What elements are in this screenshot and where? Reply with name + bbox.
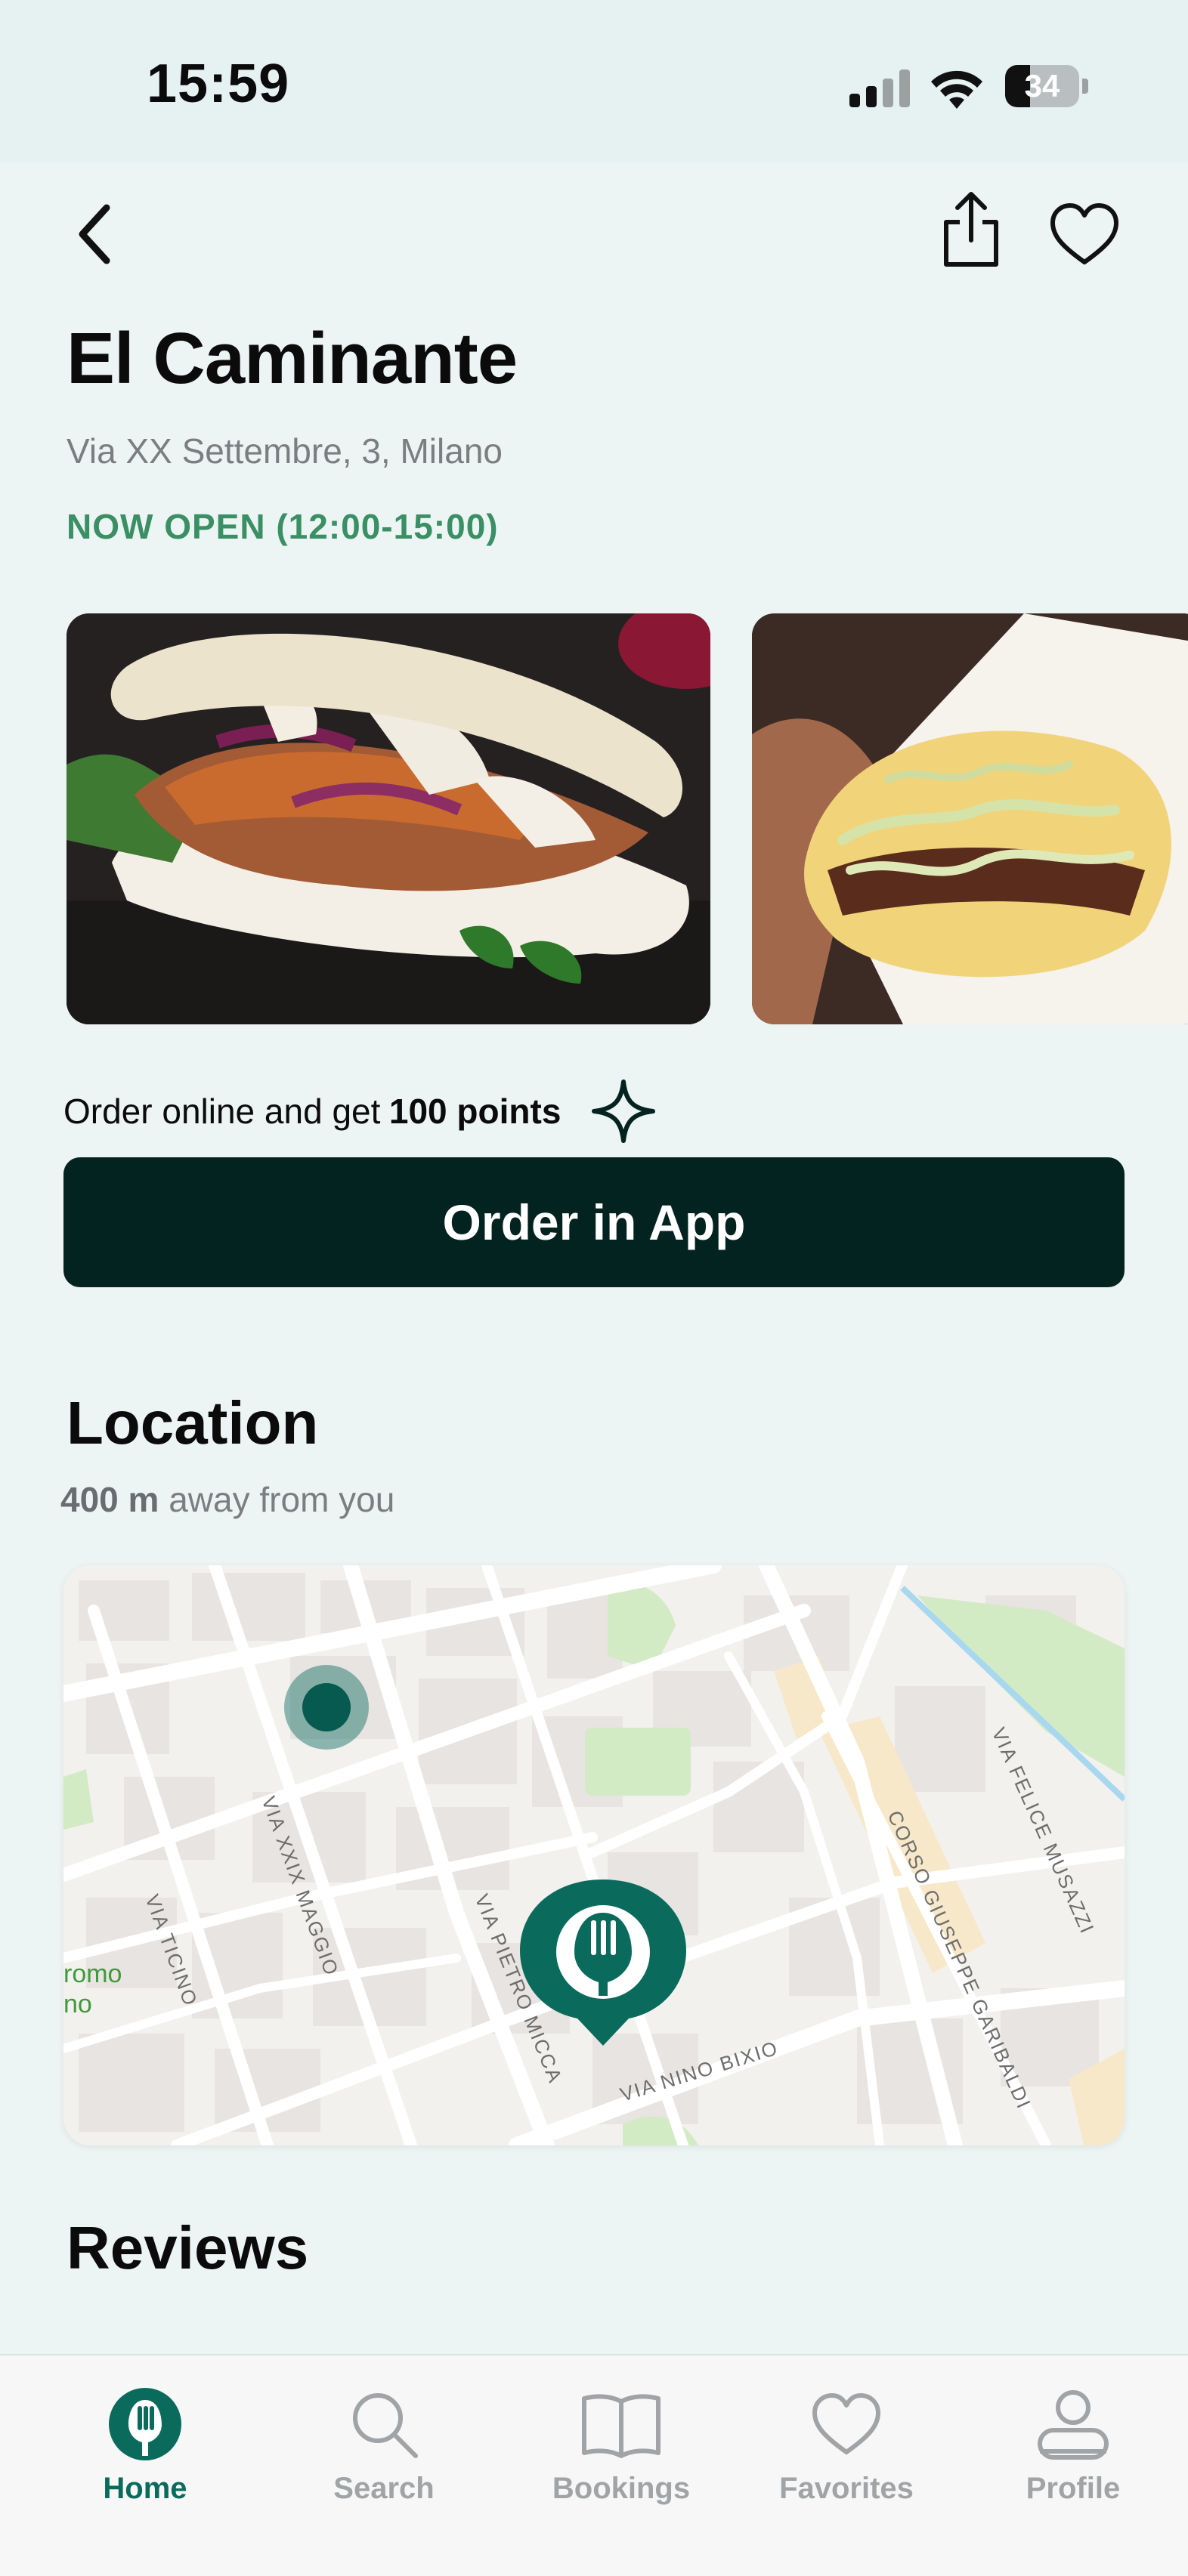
tab-label-profile: Profile xyxy=(1026,2472,1121,2505)
food-photo-2[interactable] xyxy=(752,613,1188,1024)
wifi-icon xyxy=(931,70,982,109)
distance-text: 400 m away from you xyxy=(60,1479,394,1520)
profile-icon xyxy=(1038,2390,1109,2460)
tab-label-home: Home xyxy=(103,2472,187,2505)
promo-text: Order online and get xyxy=(63,1092,381,1131)
promo-points: 100 points xyxy=(388,1092,562,1131)
tab-label-bookings: Bookings xyxy=(552,2472,691,2505)
tab-profile[interactable]: Profile xyxy=(982,2383,1164,2534)
map-label-park-2: no xyxy=(63,1990,92,2018)
user-location-dot xyxy=(284,1665,369,1750)
favorite-button[interactable] xyxy=(1043,193,1126,276)
heart-icon xyxy=(812,2393,880,2454)
chevron-left-icon xyxy=(79,204,110,264)
tab-label-favorites: Favorites xyxy=(779,2472,914,2505)
points-promo: Order online and get 100 points xyxy=(63,1079,656,1144)
restaurant-address: Via XX Settembre, 3, Milano xyxy=(67,431,503,471)
distance-value: 400 m xyxy=(60,1480,159,1519)
restaurant-name: El Caminante xyxy=(67,318,518,399)
tab-label-search: Search xyxy=(333,2472,435,2505)
map-label-park-1: romo xyxy=(63,1960,122,1988)
distance-suffix: away from you xyxy=(169,1480,395,1519)
battery-level: 34 xyxy=(1024,68,1060,103)
share-button[interactable] xyxy=(930,185,1013,276)
location-map[interactable]: VIA XXIX MAGGIO VIA TICINO VIA PIETRO MI… xyxy=(63,1565,1125,2145)
cellular-signal-icon xyxy=(849,69,917,107)
heart-icon xyxy=(1050,203,1118,264)
reviews-title: Reviews xyxy=(67,2214,309,2281)
fork-logo-icon xyxy=(109,2388,181,2460)
open-status: NOW OPEN (12:00-15:00) xyxy=(67,507,499,546)
search-icon xyxy=(353,2393,418,2458)
battery-icon: 34 xyxy=(1005,65,1088,107)
tab-bar: Home Search Bookings Favorites Profile xyxy=(0,2354,1188,2576)
location-title: Location xyxy=(67,1389,319,1456)
status-bar: 15:59 34 xyxy=(0,0,1188,162)
book-icon xyxy=(582,2394,661,2458)
status-time: 15:59 xyxy=(147,54,290,114)
order-in-app-button[interactable]: Order in App xyxy=(63,1157,1125,1287)
tab-favorites[interactable]: Favorites xyxy=(756,2383,937,2534)
tab-home[interactable]: Home xyxy=(54,2383,236,2534)
tab-search[interactable]: Search xyxy=(293,2383,475,2534)
sparkle-icon xyxy=(591,1080,655,1143)
back-button[interactable] xyxy=(60,193,128,276)
food-photo-1[interactable] xyxy=(67,613,710,1024)
share-icon xyxy=(944,192,998,267)
tab-bookings[interactable]: Bookings xyxy=(531,2383,712,2534)
